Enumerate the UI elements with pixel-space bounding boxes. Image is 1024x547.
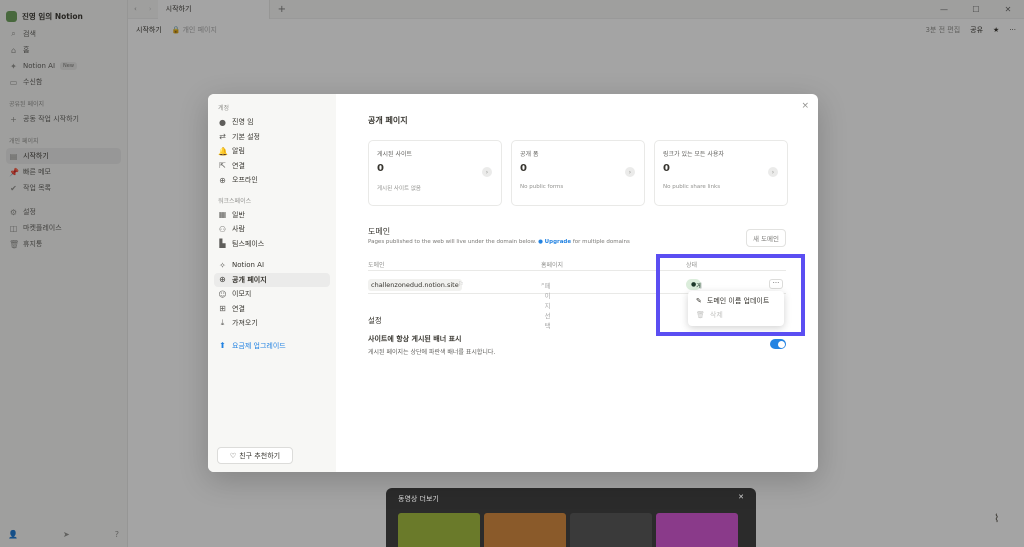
chevron-right-icon[interactable]: ›	[482, 167, 492, 177]
item-label: 기본 설정	[232, 132, 260, 141]
heart-icon: ♡	[229, 451, 237, 460]
settings-sidebar: 계정 ● 진영 임 ⇄ 기본 설정 🔔 알림 ⇱ 연결 ⊕ 오프라인 워크스페이스 ▦ 일반 ⚇ 사람 ▙…	[208, 94, 336, 472]
settings-item-1[interactable]: ⚇ 사람	[214, 222, 330, 237]
video-thumb[interactable]	[484, 513, 566, 547]
card-sub: No public forms	[520, 184, 564, 190]
banner-setting-label: 사이트에 항상 게시된 배너 표시	[368, 335, 462, 343]
card-value: 0	[377, 163, 384, 174]
upgrade-label: 요금제 업그레이드	[232, 341, 286, 350]
refer-friend-button[interactable]: ♡ 친구 추천하기	[217, 447, 293, 464]
domain-value: challenzonedud.notion.site	[368, 279, 462, 291]
item-label: 사람	[232, 225, 245, 234]
general-icon: ▦	[218, 210, 227, 220]
item-label: 일반	[232, 210, 245, 219]
upgrade-plan-item[interactable]: ⬆ 요금제 업그레이드	[214, 339, 330, 354]
stat-card[interactable]: 공개 폼 0 No public forms ›	[511, 140, 645, 206]
settings-item-3[interactable]: ⊞ 연결	[214, 302, 330, 317]
globe-icon: ⊕	[219, 275, 226, 285]
account-section-label: 계정	[218, 105, 230, 112]
teamspace-icon: ▙	[219, 239, 226, 249]
link-icon: ⇱	[219, 161, 226, 171]
settings-item-0[interactable]: ▦ 일반	[214, 208, 330, 223]
video-thumb[interactable]	[398, 513, 480, 547]
cursor-icon: ⌇	[994, 512, 1000, 525]
card-sub: 게시된 사이트 없음	[377, 186, 421, 192]
chevron-right-icon[interactable]: ›	[625, 167, 635, 177]
homepage-placeholder: 페이지 선택	[544, 282, 551, 330]
close-icon[interactable]: ×	[801, 101, 809, 111]
item-label: 이모지	[232, 290, 252, 299]
settings-item-1[interactable]: ⇄ 기본 설정	[214, 130, 330, 145]
item-label: 진영 임	[232, 118, 254, 127]
avatar: ●	[219, 117, 226, 127]
domain-title: 도메인	[368, 227, 391, 236]
settings-title: 설정	[368, 316, 382, 325]
settings-item-0[interactable]: ● 진영 임	[214, 115, 330, 130]
item-label: 공개 페이지	[232, 275, 267, 284]
offline-icon: ⊕	[219, 175, 226, 185]
card-title: 링크가 있는 모든 사용자	[663, 151, 724, 158]
video-close-icon[interactable]: ✕	[738, 493, 744, 501]
homepage-select[interactable]: ⌕ 페이지 선택	[541, 280, 551, 330]
col-domain: 도메인	[368, 262, 385, 269]
video-thumb[interactable]	[656, 513, 738, 547]
domain-description: Pages published to the web will live und…	[368, 239, 630, 245]
domain-desc-text-2: for multiple domains	[572, 239, 630, 245]
card-title: 공개 폼	[520, 151, 539, 158]
connections-icon: ⊞	[219, 304, 226, 314]
notion-ai-icon: ✧	[219, 260, 226, 270]
settings-item-0[interactable]: ✧ Notion AI	[214, 258, 330, 273]
item-label: 가져오기	[232, 319, 258, 328]
banner-toggle[interactable]	[770, 339, 786, 349]
settings-item-2[interactable]: ☺ 이모지	[214, 287, 330, 302]
sliders-icon: ⇄	[219, 132, 226, 142]
settings-item-4[interactable]: ⤓ 가져오기	[214, 316, 330, 331]
card-value: 0	[520, 163, 527, 174]
stat-cards: 게시된 사이트 0 게시된 사이트 없음 › 공개 폼 0 No public forms ›…	[368, 140, 788, 206]
video-thumbs	[398, 513, 744, 547]
info-icon: ●	[538, 239, 543, 245]
settings-item-3[interactable]: ⇱ 연결	[214, 159, 330, 174]
item-label: 연결	[232, 161, 245, 170]
video-panel-title: 동영상 더보기	[398, 495, 439, 503]
video-thumb[interactable]	[570, 513, 652, 547]
video-panel: 동영상 더보기 ✕	[386, 488, 756, 547]
workspace-items: ▦ 일반 ⚇ 사람 ▙ 팀스페이스	[214, 208, 330, 252]
refer-label: 친구 추천하기	[239, 451, 281, 460]
banner-setting-desc: 게시된 페이지는 상단에 파란색 배너를 표시합니다.	[368, 349, 496, 356]
bell-icon: 🔔	[218, 146, 228, 156]
item-label: 연결	[232, 304, 245, 313]
notion-app: 진영 임의 Notion ⌕ 검색 ⌂ 홈 ✦ Notion AI New ▭ 수신함 공유된 …	[0, 0, 1024, 547]
more-items: ✧ Notion AI ⊕ 공개 페이지 ☺ 이모지 ⊞ 연결 ⤓ 가져오기	[214, 258, 330, 331]
highlight-box	[656, 254, 805, 336]
flag-icon[interactable]: ⚐	[458, 280, 464, 288]
account-items: ● 진영 임 ⇄ 기본 설정 🔔 알림 ⇱ 연결 ⊕ 오프라인	[214, 115, 330, 188]
chevron-right-icon[interactable]: ›	[768, 167, 778, 177]
upgrade-icon: ⬆	[219, 341, 226, 351]
item-label: 오프라인	[232, 176, 258, 185]
stat-card[interactable]: 링크가 있는 모든 사용자 0 No public share links ›	[654, 140, 788, 206]
settings-item-2[interactable]: ▙ 팀스페이스	[214, 237, 330, 252]
stat-card[interactable]: 게시된 사이트 0 게시된 사이트 없음 ›	[368, 140, 502, 206]
card-sub: No public share links	[663, 184, 721, 190]
col-home: 홈페이지	[541, 262, 564, 269]
card-value: 0	[663, 163, 670, 174]
card-title: 게시된 사이트	[377, 151, 413, 158]
import-icon: ⤓	[220, 318, 225, 328]
workspace-section-label: 워크스페이스	[218, 197, 252, 205]
settings-item-2[interactable]: 🔔 알림	[214, 144, 330, 159]
upgrade-link[interactable]: Upgrade	[545, 239, 571, 245]
settings-item-1[interactable]: ⊕ 공개 페이지	[214, 272, 330, 287]
item-label: 팀스페이스	[232, 239, 265, 248]
settings-item-4[interactable]: ⊕ 오프라인	[214, 173, 330, 188]
new-domain-button[interactable]: 새 도메인	[746, 229, 786, 247]
people-icon: ⚇	[218, 224, 227, 234]
page-title: 공개 페이지	[368, 116, 408, 125]
item-label: Notion AI	[232, 261, 265, 270]
item-label: 알림	[232, 147, 245, 156]
domain-desc-text: Pages published to the web will live und…	[368, 239, 537, 245]
emoji-icon: ☺	[218, 289, 227, 299]
